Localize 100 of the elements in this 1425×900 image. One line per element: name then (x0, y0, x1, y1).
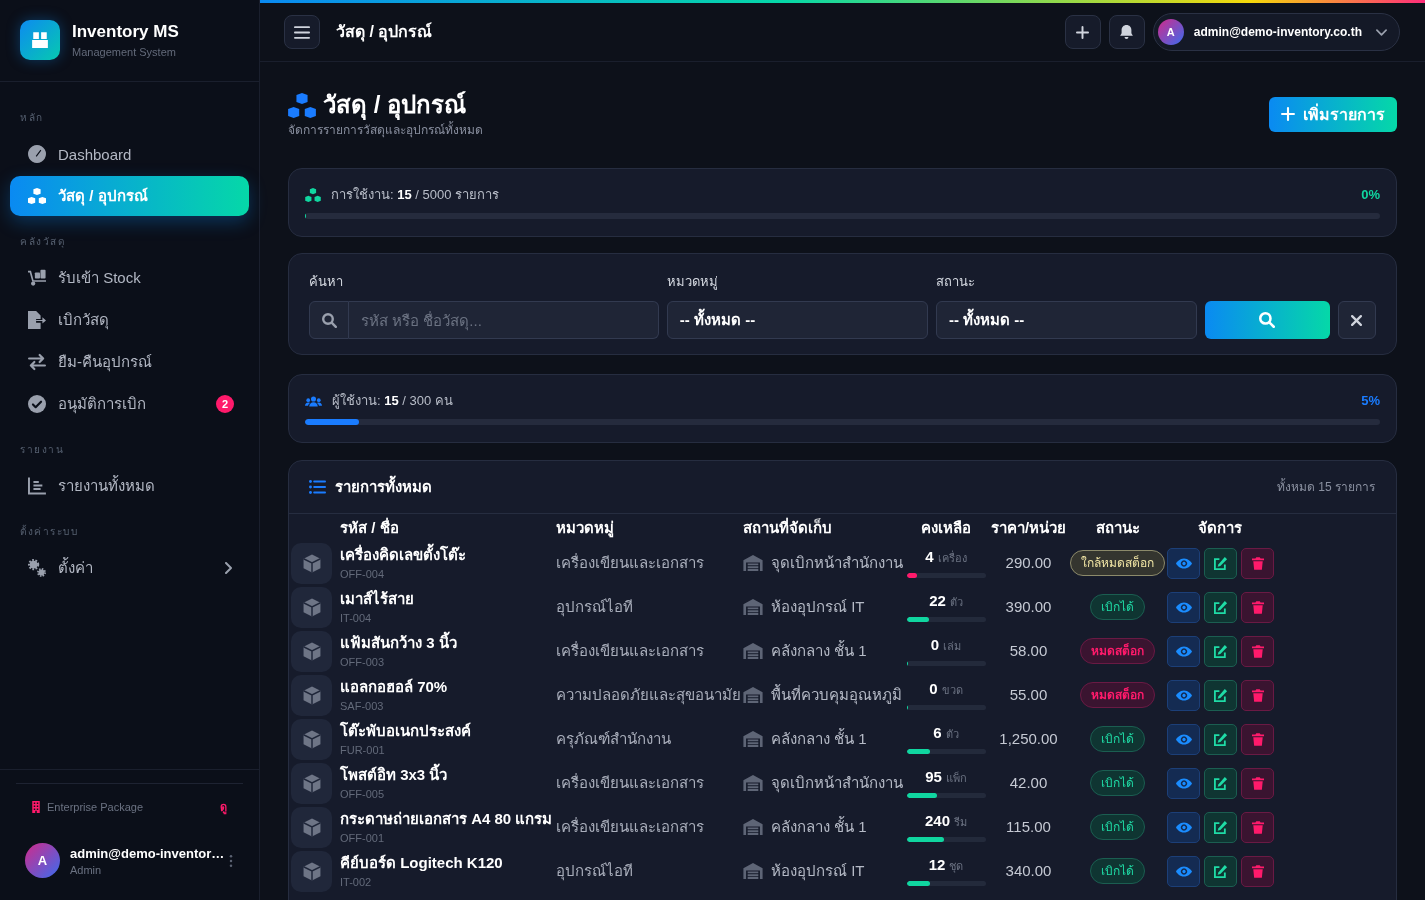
edit-button[interactable] (1204, 635, 1237, 667)
view-button[interactable] (1167, 811, 1200, 843)
notifications-button[interactable] (1108, 15, 1145, 49)
usage-text: การใช้งาน: 15 / 5000 รายการ (331, 186, 500, 204)
view-button[interactable] (1167, 723, 1200, 755)
item-category: เครื่องเขียนและเอกสาร (556, 554, 705, 571)
delete-button[interactable] (1241, 591, 1274, 623)
warehouse-icon (743, 731, 763, 747)
view-button[interactable] (1167, 591, 1200, 623)
trash-icon (1251, 820, 1264, 834)
search-input[interactable]: รหัส หรือ ชื่อวัสดุ... (349, 301, 659, 339)
stock-quantity: 4 (925, 548, 934, 566)
item-name: เครื่องคิดเลขตั้งโต๊ะ (340, 545, 554, 565)
edit-button[interactable] (1204, 767, 1237, 799)
item-category: เครื่องเขียนและเอกสาร (556, 818, 705, 835)
edit-button[interactable] (1204, 547, 1237, 579)
item-price: 390.00 (1005, 598, 1052, 615)
page-title: วัสดุ / อุปกรณ์ (323, 90, 466, 120)
nav-section-label: หลัก (19, 112, 45, 124)
card-title: รายการทั้งหมด (335, 477, 432, 497)
item-location: คลังกลาง ชั้น 1 (771, 817, 867, 837)
nav-item[interactable]: ตั้งค่า (10, 548, 249, 588)
view-button[interactable] (1167, 679, 1200, 711)
item-code: OFF-004 (340, 567, 385, 581)
edit-button[interactable] (1204, 855, 1237, 887)
package-link[interactable]: ดู (220, 798, 227, 816)
warehouse-icon (743, 687, 763, 703)
box-icon (291, 630, 332, 672)
nav-item[interactable]: รับเข้า Stock (10, 258, 249, 298)
status-badge: เบิกได้ (1090, 770, 1145, 796)
dots-icon[interactable] (229, 854, 233, 867)
users-text: ผู้ใช้งาน: 15 / 300 คน (332, 392, 453, 411)
search-icon (309, 301, 349, 339)
add-button[interactable] (1064, 15, 1101, 49)
user-menu-button[interactable]: A admin@demo-inventory.co.th (1152, 13, 1400, 51)
nav-section-label: คลังวัสดุ (19, 236, 66, 248)
stock-quantity: 12 (928, 856, 946, 874)
delete-button[interactable] (1241, 855, 1274, 887)
column-header: ราคา/หน่วย (990, 518, 1067, 536)
stock-quantity: 95 (925, 768, 942, 786)
trash-icon (1251, 600, 1264, 614)
delete-button[interactable] (1241, 635, 1274, 667)
item-location: จุดเบิกหน้าสำนักงาน (771, 553, 903, 573)
warehouse-icon (743, 819, 763, 835)
clear-button[interactable] (1338, 301, 1376, 339)
nav-item[interactable]: รายงานทั้งหมด (10, 466, 249, 506)
stock-unit: รีม (954, 815, 967, 830)
menu-button[interactable] (284, 15, 320, 49)
edit-button[interactable] (1204, 591, 1237, 623)
status-select[interactable]: -- ทั้งหมด -- (935, 301, 1197, 339)
item-total: ทั้งหมด 15 รายการ (1277, 479, 1375, 495)
item-category: เครื่องเขียนและเอกสาร (556, 642, 705, 659)
item-price: 290.00 (1005, 554, 1052, 571)
warehouse-icon (743, 775, 763, 791)
user-avatar: A (25, 843, 60, 878)
item-code: IT-004 (340, 611, 373, 625)
stock-unit: เครื่อง (937, 549, 967, 566)
item-location: พื้นที่ควบคุมอุณหภูมิ (771, 685, 902, 705)
item-price: 55.00 (1009, 686, 1048, 703)
nav-item[interactable]: Dashboard (10, 134, 249, 174)
item-location: คลังกลาง ชั้น 1 (771, 729, 867, 749)
stock-quantity: 0 (930, 636, 940, 654)
status-badge: เบิกได้ (1090, 726, 1145, 752)
delete-button[interactable] (1241, 767, 1274, 799)
field-label: หมวดหมู่ (666, 273, 719, 291)
box-icon (291, 762, 332, 804)
menu-icon (294, 25, 310, 39)
edit-button[interactable] (1204, 811, 1237, 843)
status-badge: หมดสต็อก (1080, 682, 1155, 708)
nav-item[interactable]: อนุมัติการเบิก 2 (10, 384, 249, 424)
delete-button[interactable] (1241, 679, 1274, 711)
field-label: สถานะ (935, 273, 976, 291)
item-category: ครุภัณฑ์สำนักงาน (556, 730, 672, 747)
view-button[interactable] (1167, 855, 1200, 887)
edit-button[interactable] (1204, 723, 1237, 755)
edit-icon (1213, 600, 1228, 614)
chevron-down-icon (1376, 28, 1387, 36)
view-button[interactable] (1167, 635, 1200, 667)
item-price: 115.00 (1006, 818, 1051, 835)
category-select[interactable]: -- ทั้งหมด -- (666, 301, 928, 339)
item-price: 1,250.00 (999, 730, 1058, 747)
edit-button[interactable] (1204, 679, 1237, 711)
user-avatar: A (1157, 19, 1184, 45)
page-subtitle: จัดการรายการวัสดุและอุปกรณ์ทั้งหมด (288, 123, 483, 138)
view-button[interactable] (1167, 767, 1200, 799)
warehouse-icon (743, 863, 763, 879)
usage-percent: 0% (1361, 186, 1380, 204)
delete-button[interactable] (1241, 811, 1274, 843)
edit-icon (1213, 732, 1228, 746)
stock-unit: แพ็ก (945, 770, 967, 786)
column-header: หมวดหมู่ (556, 518, 614, 536)
nav-item[interactable]: ยืม-คืนอุปกรณ์ (10, 342, 249, 382)
column-header: รหัส / ชื่อ (340, 518, 399, 536)
column-header: สถานะ (1095, 518, 1140, 536)
delete-button[interactable] (1241, 547, 1274, 579)
column-header: สถานที่จัดเก็บ (743, 518, 832, 536)
view-button[interactable] (1167, 547, 1200, 579)
delete-button[interactable] (1241, 723, 1274, 755)
gauge-icon (28, 145, 46, 163)
nav-item[interactable]: เบิกวัสดุ (10, 300, 249, 340)
